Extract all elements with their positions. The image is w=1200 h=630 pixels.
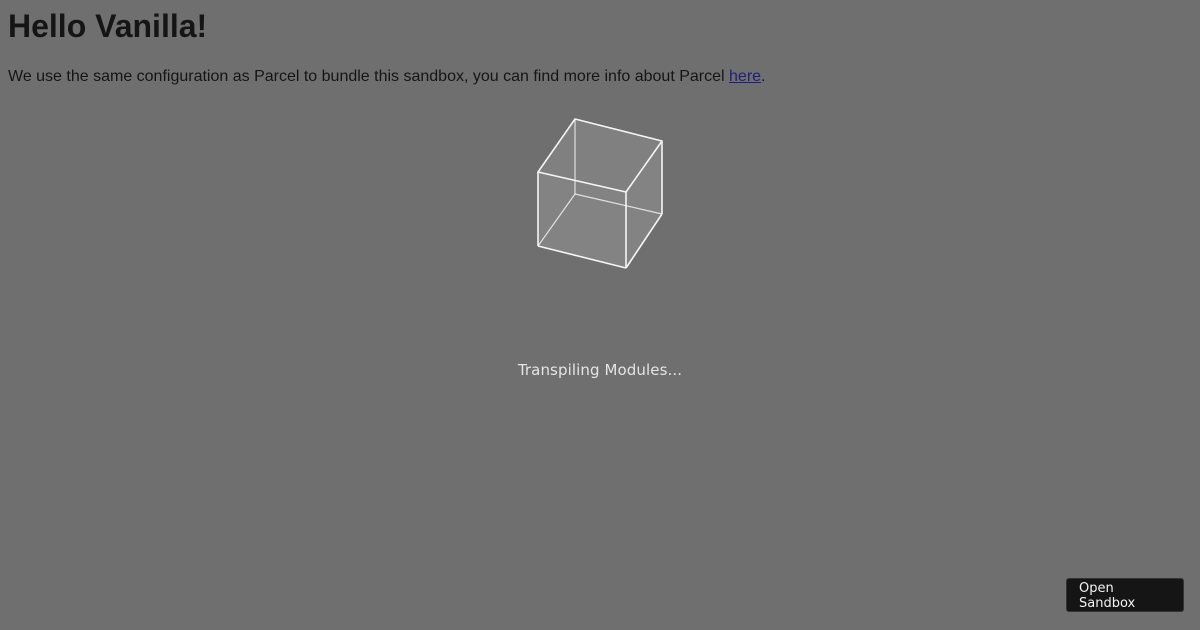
loading-status: Transpiling Modules... — [517, 361, 683, 379]
intro-text: We use the same configuration as Parcel … — [8, 68, 730, 85]
open-sandbox-button[interactable]: Open Sandbox — [1066, 578, 1184, 612]
parcel-docs-link[interactable]: here — [729, 68, 761, 85]
page-content: Hello Vanilla! We use the same configura… — [8, 0, 1192, 86]
intro-paragraph: We use the same configuration as Parcel … — [8, 68, 1192, 86]
cube-icon — [537, 118, 663, 269]
page-title: Hello Vanilla! — [8, 8, 208, 44]
loader — [525, 110, 675, 280]
open-sandbox-label: Open Sandbox — [1079, 580, 1136, 611]
intro-end: . — [761, 68, 766, 85]
